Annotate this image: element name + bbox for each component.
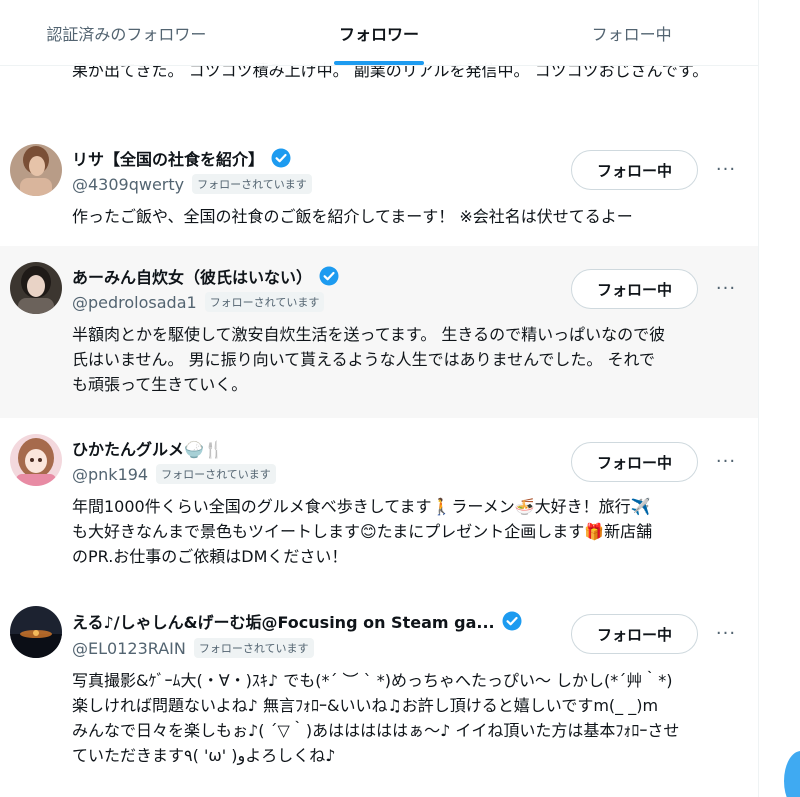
- more-options-icon[interactable]: ···: [712, 160, 740, 180]
- tab-following[interactable]: フォロー中: [505, 0, 758, 65]
- user-name-row[interactable]: リサ【全国の社食を紹介】: [72, 146, 291, 170]
- user-handle-row: @pedrolosada1 フォローされています: [72, 292, 325, 312]
- user-bio: 作ったご飯や、全国の社食のご飯を紹介してまーす！ ※会社名は伏せてるよー: [72, 207, 633, 226]
- user-bio: 写真撮影&ｹﾞｰﾑ大(・∀・)ｽｷ♪ でも(*´ ︶ ` *)めっちゃへたっぴい…: [72, 671, 680, 765]
- avatar[interactable]: [10, 606, 62, 658]
- tab-label: フォロワー: [339, 24, 420, 44]
- active-tab-indicator: [334, 61, 424, 65]
- user-handle-row: @pnk194 フォローされています: [72, 464, 276, 484]
- user-cell[interactable]: あーみん自炊女（彼氏はいない） @pedrolosada1 フォローされています…: [0, 246, 758, 418]
- tab-verified-followers[interactable]: 認証済みのフォロワー: [0, 0, 253, 65]
- verified-badge-icon: [319, 266, 339, 286]
- following-button[interactable]: フォロー中: [571, 269, 698, 309]
- tab-followers[interactable]: フォロワー: [253, 0, 506, 65]
- user-handle-row: @EL0123RAIN フォローされています: [72, 638, 314, 658]
- user-name[interactable]: あーみん自炊女（彼氏はいない）: [72, 264, 312, 288]
- more-options-icon[interactable]: ···: [712, 452, 740, 472]
- follower-tabs: 認証済みのフォロワー フォロワー フォロー中: [0, 0, 758, 66]
- user-name[interactable]: ひかたんグルメ🍚🍴: [72, 436, 224, 460]
- user-cell[interactable]: ひかたんグルメ🍚🍴 @pnk194 フォローされています フォロー中 ··· 年…: [0, 418, 758, 590]
- user-handle: @pedrolosada1: [72, 292, 197, 312]
- user-handle: @pnk194: [72, 464, 149, 484]
- following-button[interactable]: フォロー中: [571, 150, 698, 190]
- user-name[interactable]: リサ【全国の社食を紹介】: [72, 146, 264, 170]
- user-bio: 年間1000件くらい全国のグルメ食べ歩きしてます🚶ラーメン🍜大好き！旅行✈️ も…: [72, 497, 653, 566]
- user-handle-row: @4309qwerty フォローされています: [72, 174, 312, 194]
- verified-badge-icon: [271, 148, 291, 168]
- follows-you-badge: フォローされています: [192, 174, 312, 194]
- user-bio: 半額肉とかを駆使して激安自炊生活を送ってます。 生きるので精いっぱいなので彼 氏…: [72, 325, 666, 394]
- more-options-icon[interactable]: ···: [712, 624, 740, 644]
- following-button[interactable]: フォロー中: [571, 614, 698, 654]
- user-handle: @4309qwerty: [72, 174, 185, 194]
- verified-badge-icon: [502, 611, 522, 631]
- follows-you-badge: フォローされています: [193, 638, 314, 658]
- avatar[interactable]: [10, 434, 62, 486]
- following-button[interactable]: フォロー中: [571, 442, 698, 482]
- user-cell[interactable]: える♪/しゃしん&げーむ垢@Focusing on Steam ga... @E…: [0, 590, 758, 797]
- avatar[interactable]: [10, 144, 62, 196]
- user-handle: @EL0123RAIN: [72, 638, 186, 658]
- right-sidebar: [759, 0, 800, 797]
- tab-label: フォロー中: [591, 24, 672, 44]
- floating-button-edge[interactable]: [784, 751, 800, 797]
- more-options-icon[interactable]: ···: [712, 279, 740, 299]
- user-name-row[interactable]: える♪/しゃしん&げーむ垢@Focusing on Steam ga...: [72, 609, 522, 633]
- follower-list-panel: 果が出てきた。 コツコツ積み上げ中。 副業のリアルを発信中。 コツコツおじさんで…: [0, 0, 758, 797]
- user-name-row[interactable]: あーみん自炊女（彼氏はいない）: [72, 264, 339, 288]
- follows-you-badge: フォローされています: [156, 464, 276, 484]
- user-name-row[interactable]: ひかたんグルメ🍚🍴: [72, 436, 224, 460]
- user-cell[interactable]: リサ【全国の社食を紹介】 @4309qwerty フォローされています フォロー…: [0, 128, 758, 246]
- avatar[interactable]: [10, 262, 62, 314]
- user-name[interactable]: える♪/しゃしん&げーむ垢@Focusing on Steam ga...: [72, 609, 495, 633]
- tab-label: 認証済みのフォロワー: [46, 24, 207, 44]
- follows-you-badge: フォローされています: [204, 292, 325, 312]
